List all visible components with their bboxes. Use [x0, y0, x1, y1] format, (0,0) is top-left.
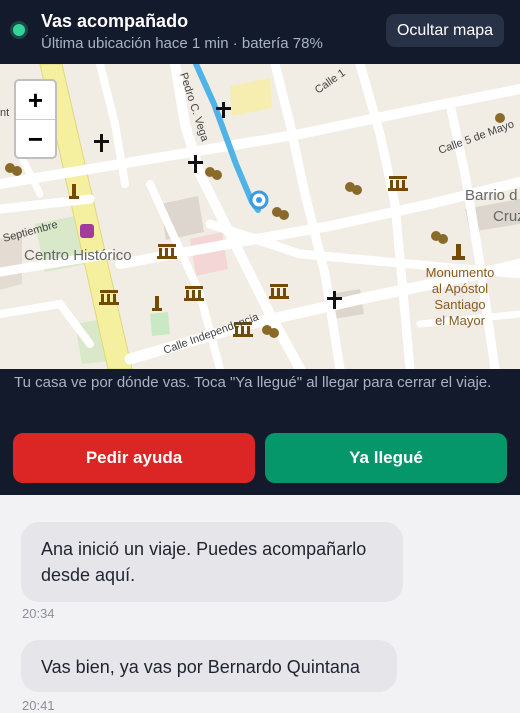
zoom-control: + − [14, 79, 57, 159]
map-label-monumento-1: Monumento [426, 265, 495, 280]
arrived-button[interactable]: Ya llegué [265, 433, 507, 483]
map-label-nt: nt [0, 107, 9, 119]
status-dot-icon [13, 24, 25, 36]
message-time: 20:34 [22, 606, 55, 621]
map-label-centro-historico: Centro Histórico [24, 247, 132, 264]
map-label-barrio-1: Barrio d [465, 187, 518, 204]
map-label-monumento-2: al Apóstol [432, 281, 488, 296]
message-bubble: Ana inició un viaje. Puedes acompañarlo … [21, 522, 403, 602]
hide-map-button[interactable]: Ocultar mapa [386, 14, 504, 47]
map-tiles: Centro Histórico Barrio d Cruz Monumento… [0, 64, 520, 369]
zoom-in-button[interactable]: + [16, 81, 55, 119]
request-help-button[interactable]: Pedir ayuda [13, 433, 255, 483]
page-title: Vas acompañado [41, 11, 189, 31]
map-label-monumento-4: el Mayor [435, 313, 486, 328]
trip-info-text: Tu casa ve por dónde vas. Toca "Ya llegu… [14, 374, 492, 391]
map-view[interactable]: Centro Histórico Barrio d Cruz Monumento… [0, 64, 520, 369]
map-label-barrio-2: Cruz [493, 208, 520, 225]
zoom-out-button[interactable]: − [16, 120, 55, 158]
map-label-monumento-3: Santiago [434, 297, 485, 312]
message-bubble: Vas bien, ya vas por Bernardo Quintana [21, 640, 397, 692]
last-location-status: Última ubicación hace 1 min · batería 78… [41, 35, 323, 52]
